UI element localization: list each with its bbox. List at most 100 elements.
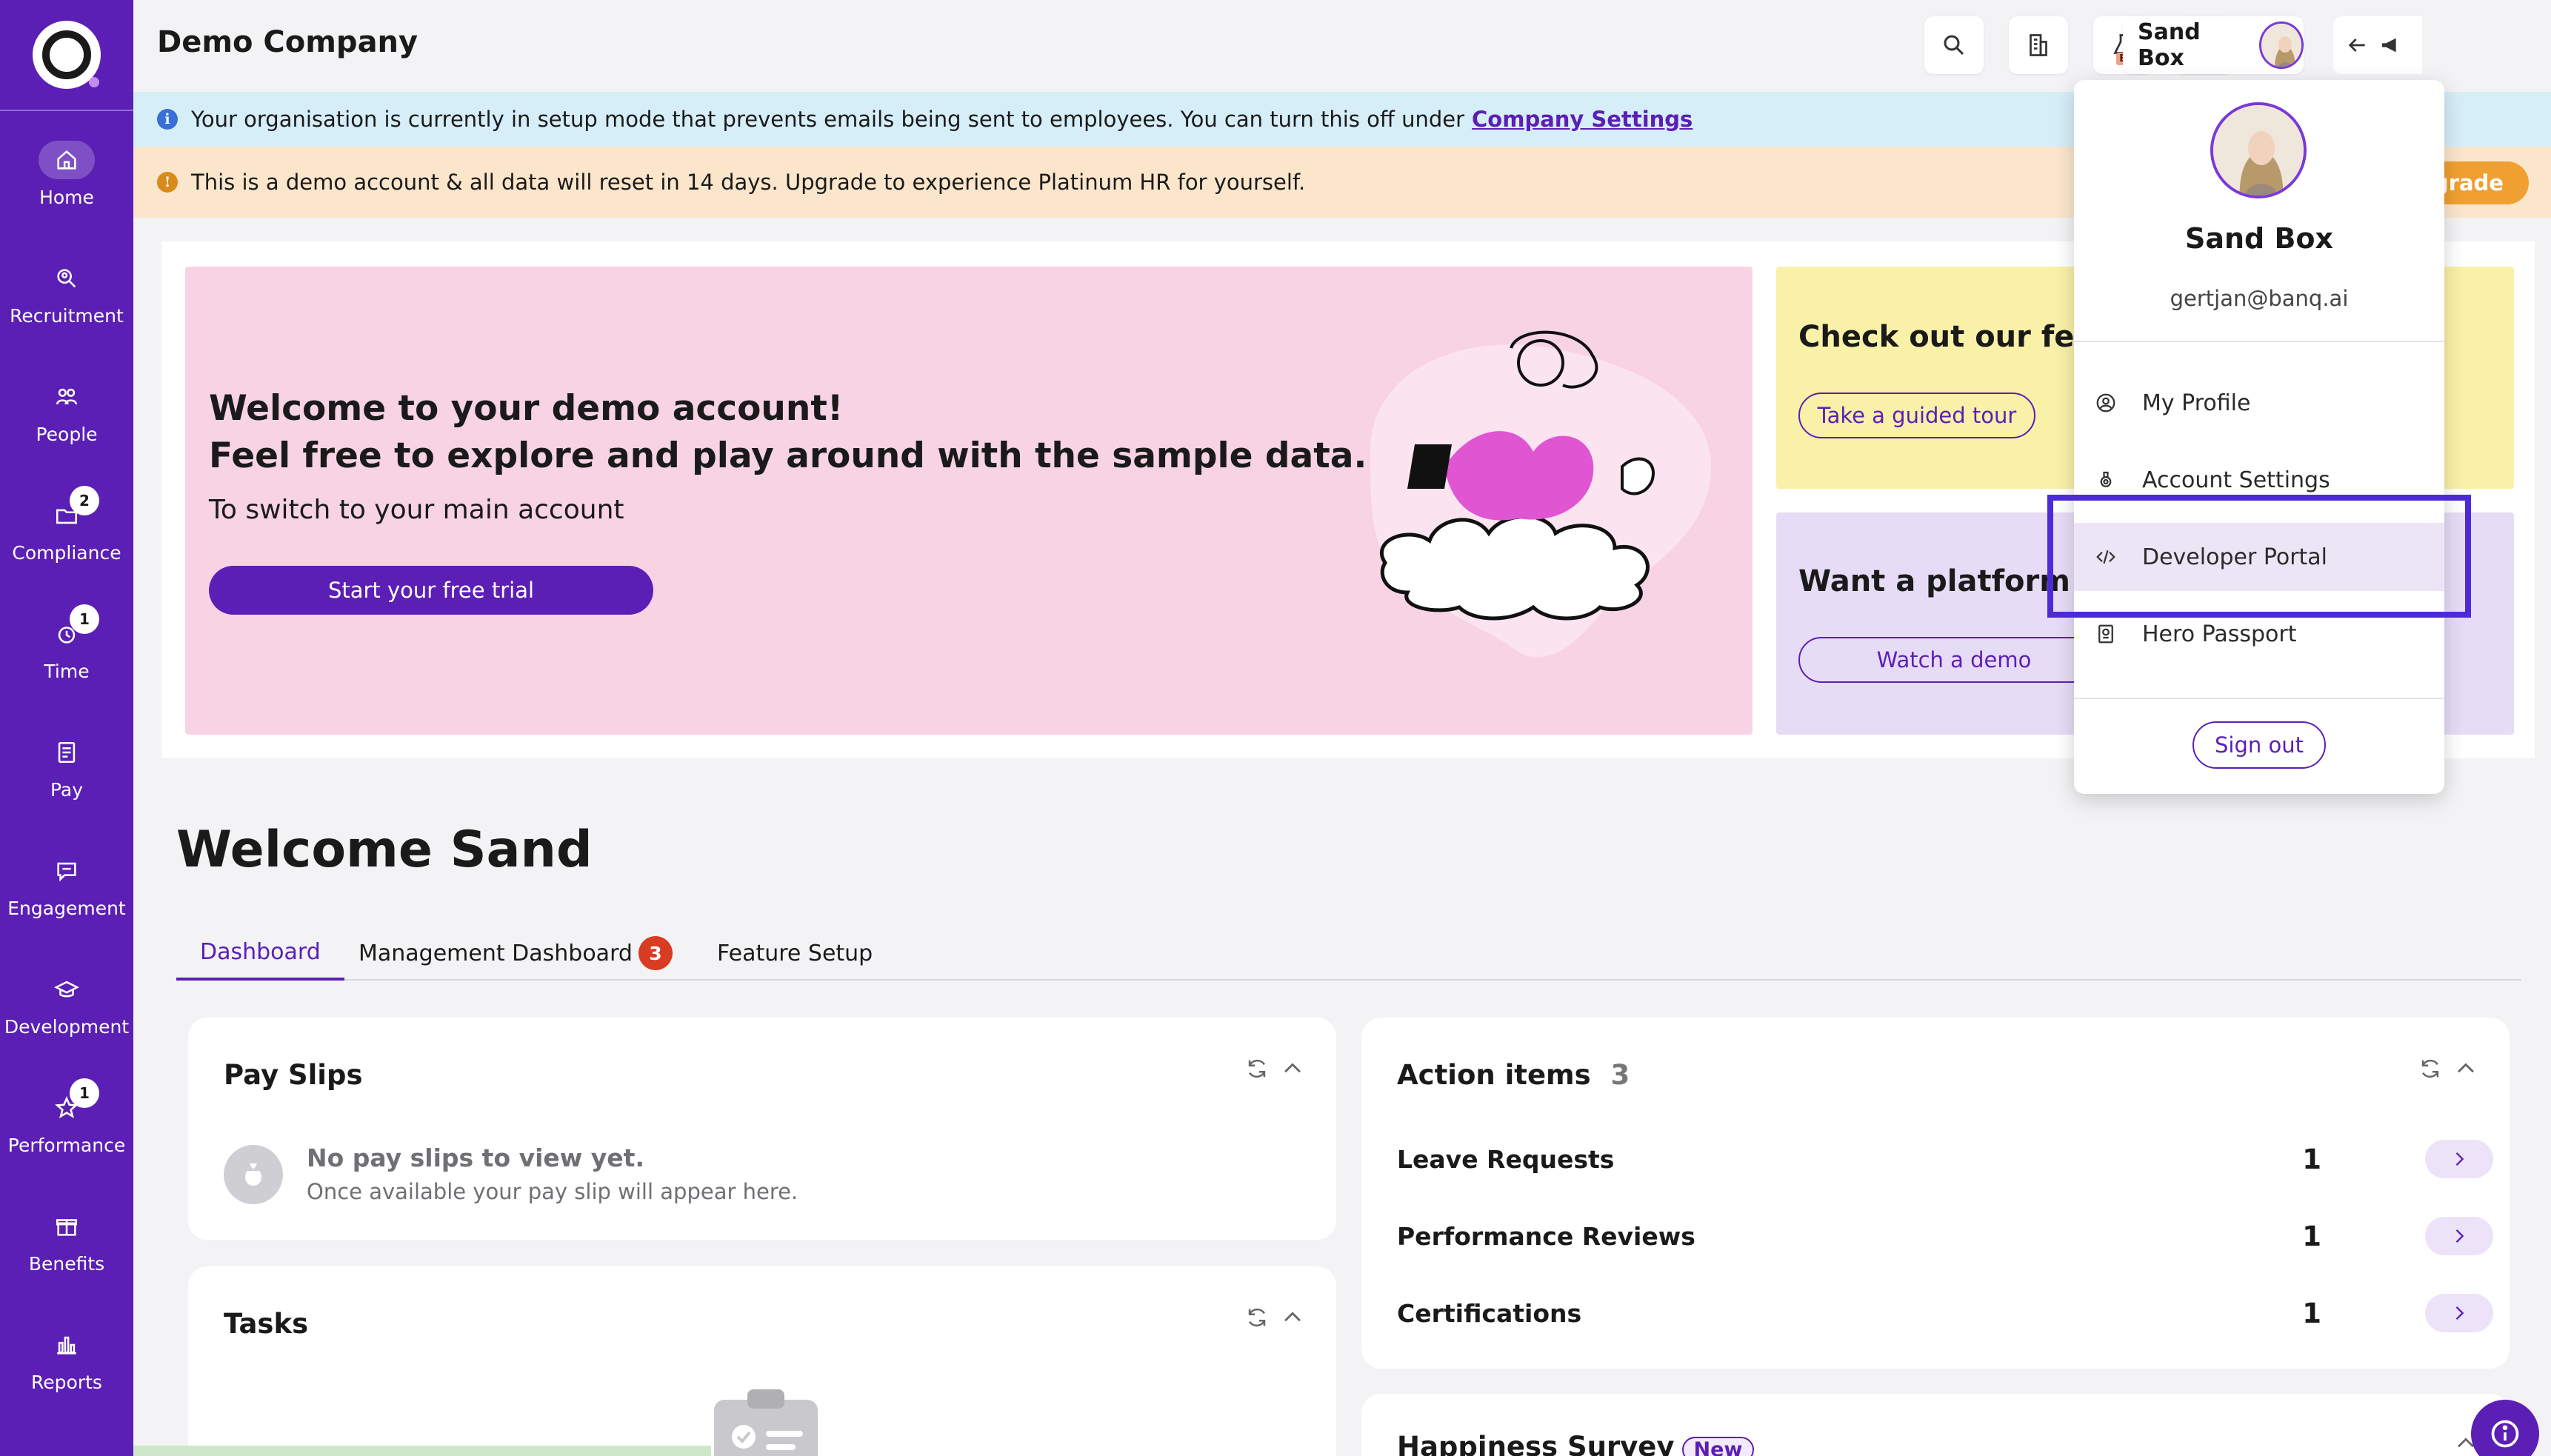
tab-dashboard[interactable]: Dashboard <box>176 926 344 981</box>
tab-label: Management Dashboard <box>359 940 633 966</box>
tab-label: Dashboard <box>200 938 321 965</box>
company-settings-link[interactable]: Company Settings <box>1472 107 1693 132</box>
user-menu-dropdown: Sand Box gertjan@banq.ai My Profile Acco… <box>2074 80 2444 794</box>
sidebar-item-compliance[interactable]: 2 Compliance <box>0 474 133 585</box>
clipboard-icon <box>714 1389 818 1456</box>
chevron-up-icon[interactable] <box>1280 1056 1305 1081</box>
sidebar-item-performance[interactable]: 1 Performance <box>0 1066 133 1178</box>
search-person-icon <box>57 268 76 287</box>
info-icon: i <box>157 109 178 130</box>
chevron-right-icon <box>2455 1306 2464 1320</box>
arrow-left-icon <box>2348 39 2365 52</box>
app-logo[interactable] <box>33 21 101 89</box>
sidebar-item-label: Engagement <box>7 897 126 919</box>
chevron-up-icon[interactable] <box>2453 1056 2478 1081</box>
sidebar-item-development[interactable]: Development <box>0 948 133 1059</box>
open-certifications-button[interactable] <box>2425 1294 2493 1332</box>
sidebar-item-label: Compliance <box>12 541 121 564</box>
chevron-up-icon[interactable] <box>1280 1305 1305 1330</box>
hero-title: Welcome to your demo account! Feel free … <box>209 388 1367 476</box>
sidebar-item-label: Home <box>39 186 94 208</box>
company-title: Demo Company <box>157 25 419 59</box>
action-count: 1 <box>2302 1220 2321 1252</box>
chevron-right-icon <box>2455 1152 2464 1166</box>
user-menu-button[interactable]: Sand Box <box>2123 16 2304 74</box>
tab-count-badge: 3 <box>638 936 673 970</box>
sign-out-button[interactable]: Sign out <box>2192 721 2326 769</box>
tasks-card: Tasks <box>188 1266 1336 1456</box>
collapse-panel-button[interactable] <box>2333 16 2422 74</box>
refresh-icon[interactable] <box>1244 1305 1270 1330</box>
open-leave-requests-button[interactable] <box>2425 1140 2493 1178</box>
menu-item-label: Hero Passport <box>2142 621 2297 647</box>
sidebar-item-people[interactable]: People <box>0 355 133 467</box>
sidebar-item-label: Reports <box>31 1371 102 1393</box>
notification-badge: 1 <box>70 604 99 634</box>
sidebar-item-time[interactable]: 1 Time <box>0 592 133 704</box>
divider <box>2074 698 2444 699</box>
sidebar-item-home[interactable]: Home <box>0 118 133 230</box>
bar-chart-icon <box>57 1336 76 1355</box>
sidebar-item-label: People <box>36 423 98 445</box>
payslip-icon <box>58 741 76 763</box>
people-icon <box>56 388 78 404</box>
tab-label: Feature Setup <box>717 940 873 966</box>
action-row-performance-reviews: Performance Reviews 1 <box>1397 1210 2493 1262</box>
notification-badge: 2 <box>70 485 99 515</box>
happiness-survey-card: Happiness Survey New <box>1361 1394 2510 1456</box>
tab-feature-setup[interactable]: Feature Setup <box>693 926 896 981</box>
sidebar-item-benefits[interactable]: Benefits <box>0 1185 133 1296</box>
sidebar: Home Recruitment People 2 Compliance 1 T… <box>0 0 133 1456</box>
graduation-cap-icon <box>54 981 79 997</box>
menu-item-my-profile[interactable]: My Profile <box>2074 369 2444 437</box>
logo-area <box>0 0 133 111</box>
guided-tour-button[interactable]: Take a guided tour <box>1798 393 2035 438</box>
account-settings-icon <box>2100 471 2112 487</box>
dropdown-user-email: gertjan@banq.ai <box>2170 286 2349 311</box>
action-items-count: 3 <box>1610 1059 1630 1091</box>
sidebar-item-label: Pay <box>50 778 84 801</box>
sidebar-item-recruitment[interactable]: Recruitment <box>0 237 133 348</box>
menu-item-label: Account Settings <box>2142 467 2330 493</box>
sidebar-item-label: Development <box>4 1015 130 1038</box>
refresh-icon[interactable] <box>1244 1056 1270 1081</box>
action-row-leave-requests: Leave Requests 1 <box>1397 1133 2493 1185</box>
dashboard-tabs: Dashboard Management Dashboard 3 Feature… <box>176 926 2521 981</box>
sidebar-item-pay[interactable]: Pay <box>0 711 133 822</box>
chat-icon <box>57 862 76 881</box>
search-button[interactable] <box>1924 16 1984 74</box>
banner-text: Your organisation is currently in setup … <box>191 107 1465 132</box>
passport-icon <box>2098 624 2113 644</box>
action-label: Certifications <box>1397 1298 1582 1328</box>
help-button[interactable] <box>2471 1400 2539 1456</box>
demo-welcome-card: Welcome to your demo account! Feel free … <box>185 267 1753 735</box>
sidebar-item-label: Time <box>44 660 90 682</box>
start-trial-button[interactable]: Start your free trial <box>209 566 653 615</box>
welcome-heading: Welcome Sand <box>176 821 593 879</box>
card-title: Happiness Survey New <box>1397 1431 1755 1456</box>
action-count: 1 <box>2302 1143 2321 1175</box>
company-switch-button[interactable] <box>2009 16 2068 74</box>
banner-text: This is a demo account & all data will r… <box>191 170 1306 195</box>
action-label: Leave Requests <box>1397 1144 1615 1174</box>
action-count: 1 <box>2302 1297 2321 1329</box>
sidebar-item-reports[interactable]: Reports <box>0 1303 133 1415</box>
pay-slips-card: Pay Slips No pay slips to view yet. Once… <box>188 1018 1336 1240</box>
refresh-icon[interactable] <box>2418 1056 2443 1081</box>
loading-strip <box>133 1446 711 1456</box>
menu-item-label: My Profile <box>2142 390 2251 416</box>
sidebar-item-label: Benefits <box>28 1252 105 1275</box>
watch-demo-button[interactable]: Watch a demo <box>1798 637 2110 683</box>
avatar <box>2259 21 2304 69</box>
action-row-certifications: Certifications 1 <box>1397 1287 2493 1339</box>
info-circle-icon <box>2491 1420 2519 1448</box>
tab-management-dashboard[interactable]: Management Dashboard 3 <box>335 926 696 981</box>
search-icon <box>1944 35 1964 56</box>
money-bag-icon <box>224 1145 283 1204</box>
user-name: Sand Box <box>2138 19 2201 71</box>
card-title: Tasks <box>224 1308 309 1340</box>
divider <box>2074 341 2444 342</box>
open-performance-reviews-button[interactable] <box>2425 1217 2493 1255</box>
card-title: Action items 3 <box>1397 1059 1630 1091</box>
sidebar-item-engagement[interactable]: Engagement <box>0 829 133 941</box>
